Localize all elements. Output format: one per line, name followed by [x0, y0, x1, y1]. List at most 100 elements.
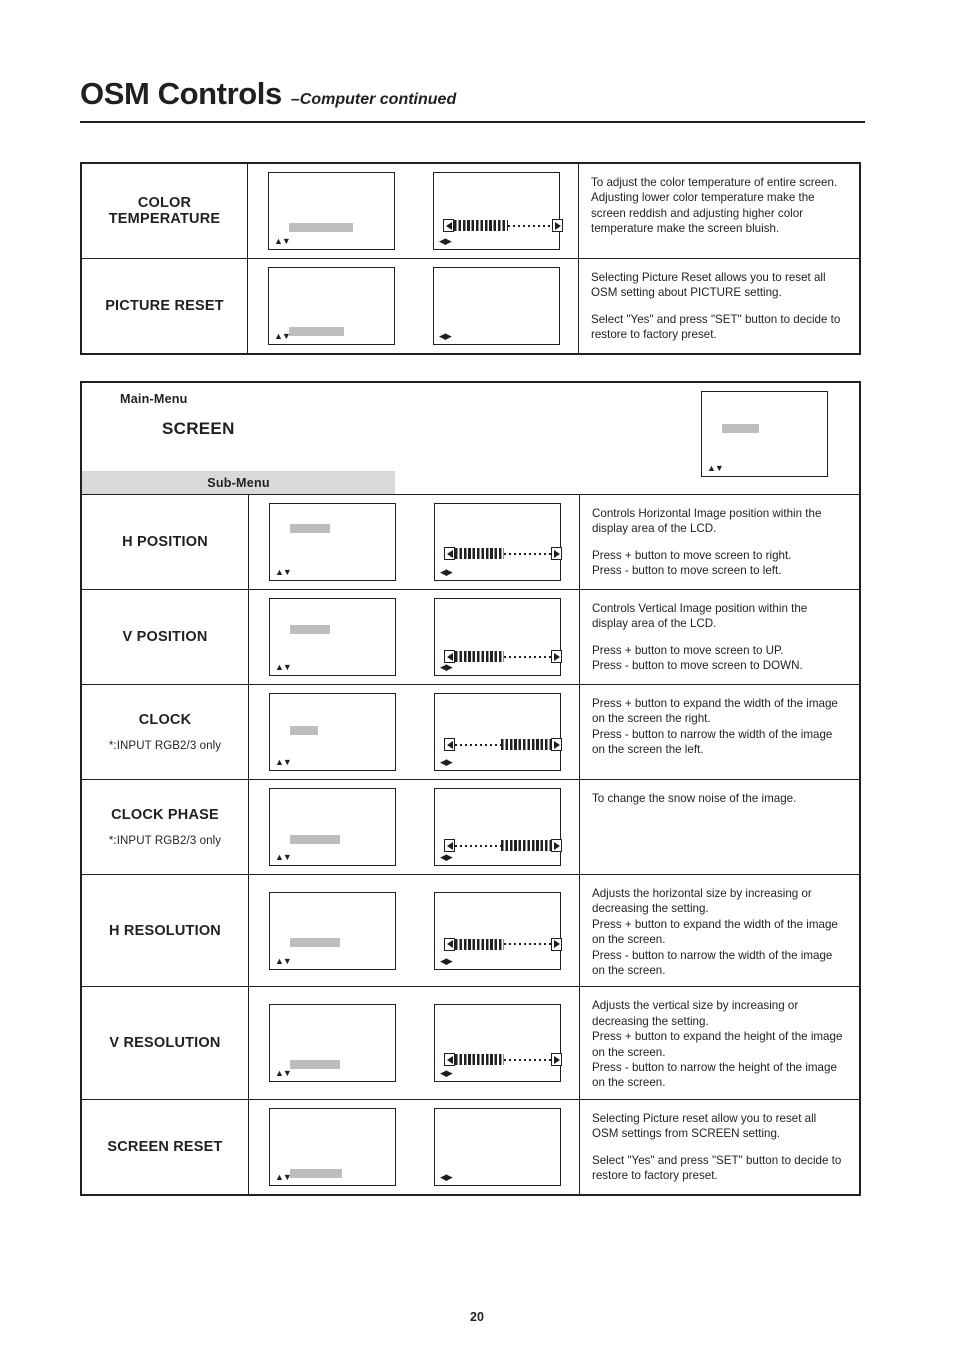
- slider-right-arrow-icon[interactable]: [551, 937, 562, 951]
- slider-right-arrow-icon[interactable]: [551, 839, 562, 852]
- description-cell: To change the snow noise of the image.: [579, 780, 859, 874]
- leftright-arrows-icon: ◀▶: [439, 331, 452, 341]
- osd-preview-menu: ▲▼: [268, 267, 395, 345]
- slider-right-arrow-icon[interactable]: [551, 1053, 562, 1067]
- slider-right-arrow-icon[interactable]: [551, 650, 562, 663]
- osd-slider[interactable]: [444, 1053, 562, 1067]
- description-cell: Controls Vertical Image position within …: [579, 590, 859, 684]
- slider-filled-bars: [501, 739, 551, 750]
- updown-arrows-icon: ▲▼: [275, 852, 292, 862]
- title-divider: [80, 121, 865, 123]
- osd-menu-highlight-bar: [290, 937, 340, 947]
- osd-menu-cell: ▲▼: [249, 780, 416, 874]
- slider-left-arrow-icon[interactable]: [443, 219, 454, 232]
- leftright-arrows-icon: ◀▶: [440, 852, 453, 862]
- description-paragraph: Adjusts the vertical size by increasing …: [592, 999, 843, 1090]
- slider-empty-track: [504, 1054, 551, 1065]
- slider-left-arrow-icon[interactable]: [444, 547, 455, 560]
- setting-label-cell: SCREEN RESET: [82, 1099, 249, 1194]
- setting-label-cell: V RESOLUTION: [82, 987, 249, 1099]
- leftright-arrows-icon: ◀▶: [440, 757, 453, 767]
- slider-left-arrow-icon[interactable]: [444, 839, 455, 852]
- page-header: OSM Controls –Computer continued: [80, 78, 865, 123]
- sub-menu-label: Sub-Menu: [207, 476, 270, 490]
- table-row: CLOCK PHASE *:INPUT RGB2/3 only ▲▼ ◀▶ To cha…: [82, 780, 859, 875]
- osd-menu-highlight-bar: [290, 524, 330, 533]
- osd-menu-highlight-bar: [290, 726, 318, 735]
- leftright-arrows-icon: ◀▶: [439, 236, 452, 246]
- updown-arrows-icon: ▲▼: [275, 567, 292, 577]
- updown-arrows-icon: ▲▼: [275, 955, 292, 966]
- osd-menu-cell: ▲▼: [249, 685, 416, 779]
- description-paragraph: Controls Horizontal Image position withi…: [592, 507, 822, 536]
- osd-menu-highlight-bar: [289, 327, 344, 336]
- page-title: OSM Controls –Computer continued: [80, 78, 865, 115]
- setting-name: PICTURE RESET: [105, 298, 224, 314]
- leftright-arrows-icon: ◀▶: [440, 662, 453, 672]
- osd-menu-highlight-bar: [722, 424, 759, 433]
- osd-adjust-cell: ◀▶: [416, 780, 579, 874]
- osd-adjust-cell: ◀▶: [416, 495, 579, 589]
- osd-slider[interactable]: [444, 650, 562, 663]
- leftright-arrows-icon: ◀▶: [440, 567, 453, 577]
- updown-arrows-icon: ▲▼: [275, 757, 292, 767]
- osd-slider[interactable]: [444, 937, 562, 951]
- table-row: PICTURE RESET ▲▼ ◀▶ Selecting Picture Reset…: [82, 259, 859, 353]
- osd-adjust-cell: ◀▶: [416, 1100, 579, 1194]
- page-title-main: OSM Controls: [80, 76, 282, 111]
- slider-filled-bars: [454, 220, 508, 231]
- osd-slider[interactable]: [443, 219, 563, 232]
- slider-right-arrow-icon[interactable]: [552, 219, 563, 232]
- osd-slider[interactable]: [444, 738, 562, 751]
- osd-preview-menu: ▲▼: [269, 503, 396, 581]
- leftright-arrows-icon: ◀▶: [440, 1068, 453, 1079]
- description-cell: Selecting Picture Reset allows you to re…: [578, 259, 859, 353]
- osd-slider[interactable]: [444, 547, 562, 560]
- table-row: SCREEN RESET ▲▼ ◀▶ Selecting Picture reset …: [82, 1099, 859, 1194]
- osd-menu-highlight-bar: [289, 223, 353, 232]
- osd-preview-adjust: ◀▶: [434, 693, 562, 771]
- setting-name: SCREEN RESET: [107, 1138, 223, 1155]
- setting-label-cell: PICTURE RESET: [82, 259, 248, 353]
- slider-right-arrow-icon[interactable]: [551, 547, 562, 560]
- description-paragraph: To adjust the color temperature of entir…: [591, 176, 838, 236]
- description-cell: Selecting Picture reset allow you to res…: [579, 1099, 859, 1194]
- setting-name: CLOCK: [138, 712, 192, 728]
- description-paragraph: Press + button to move screen to right. P…: [592, 548, 792, 578]
- table-row: COLOR TEMPERATURE ▲▼ ◀▶ To adjust the color…: [82, 164, 859, 259]
- slider-left-arrow-icon[interactable]: [444, 1053, 455, 1067]
- osd-preview-adjust: ◀▶: [434, 1004, 562, 1083]
- osd-adjust-cell: ◀▶: [415, 164, 578, 258]
- description-cell: To adjust the color temperature of entir…: [578, 164, 859, 258]
- slider-left-arrow-icon[interactable]: [444, 738, 455, 751]
- screen-settings-table: Main-Menu SCREEN Sub-Menu ▲▼ H POSITION ▲▼ ◀▶ C…: [80, 381, 861, 1196]
- slider-filled-bars: [455, 938, 504, 950]
- slider-empty-track: [504, 651, 551, 662]
- setting-name: COLOR TEMPERATURE: [108, 195, 221, 227]
- osd-menu-cell: ▲▼: [248, 259, 415, 353]
- description-paragraph: Selecting Picture reset allow you to res…: [592, 1111, 817, 1141]
- description-cell: Adjusts the horizontal size by increasin…: [579, 875, 859, 987]
- slider-empty-track: [508, 220, 552, 231]
- main-menu-label: Main-Menu: [120, 392, 188, 406]
- updown-arrows-icon: ▲▼: [707, 463, 724, 473]
- description-paragraph: To change the snow noise of the image.: [592, 792, 797, 805]
- table-row: H POSITION ▲▼ ◀▶ Controls Horizontal Image …: [82, 495, 859, 590]
- setting-label-cell: H POSITION: [82, 495, 249, 589]
- setting-label-cell: CLOCK PHASE *:INPUT RGB2/3 only: [82, 780, 249, 874]
- osd-preview-menu: ▲▼: [269, 891, 396, 970]
- screen-main-menu-header: Main-Menu SCREEN Sub-Menu ▲▼: [82, 383, 859, 495]
- setting-name: V RESOLUTION: [109, 1035, 221, 1052]
- osd-preview-adjust: ◀▶: [434, 788, 562, 866]
- page-number: 20: [470, 1310, 484, 1324]
- leftright-arrows-icon: ◀▶: [440, 955, 453, 966]
- slider-right-arrow-icon[interactable]: [551, 738, 562, 751]
- osd-preview-adjust: ◀▶: [434, 503, 562, 581]
- updown-arrows-icon: ▲▼: [275, 1068, 292, 1079]
- picture-settings-table: COLOR TEMPERATURE ▲▼ ◀▶ To adjust the color…: [80, 162, 861, 355]
- osd-menu-highlight-bar: [290, 835, 340, 844]
- slider-empty-track: [504, 939, 551, 950]
- osd-slider[interactable]: [444, 839, 562, 852]
- slider-left-arrow-icon[interactable]: [444, 937, 455, 951]
- description-cell: Press + button to expand the width of th…: [579, 685, 859, 779]
